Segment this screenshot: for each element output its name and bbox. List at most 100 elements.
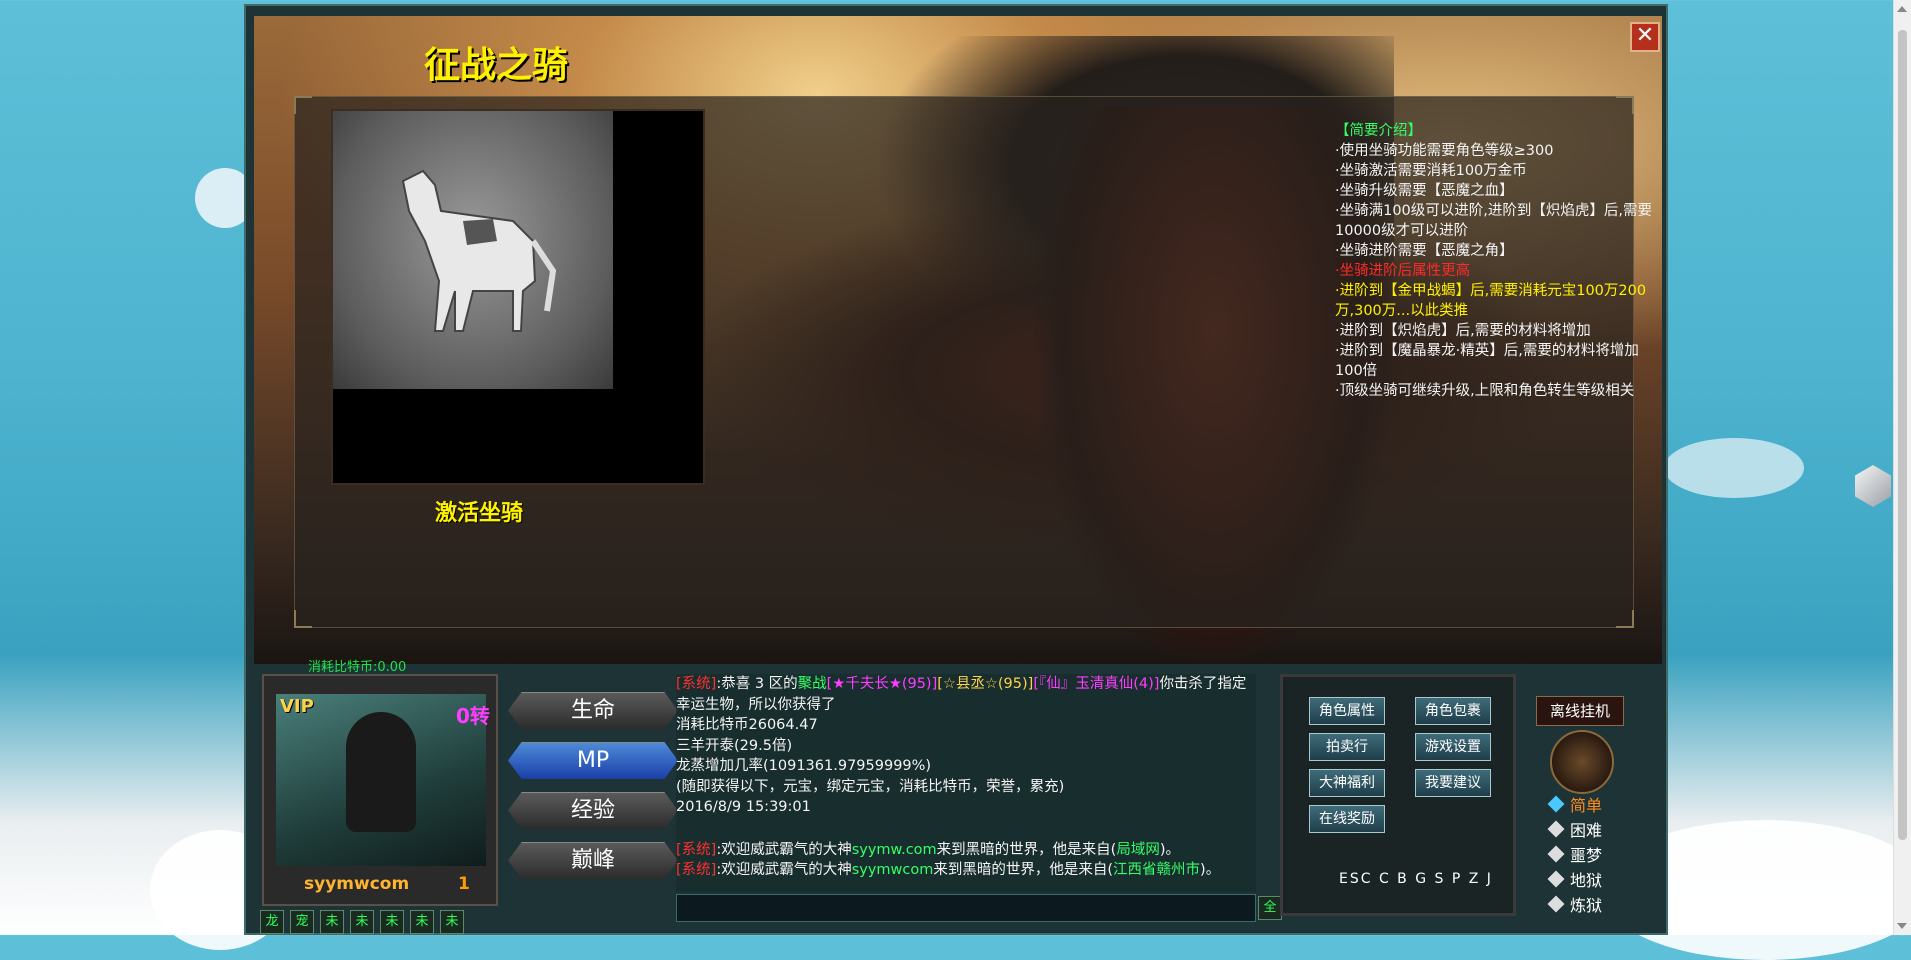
dragon-button[interactable]: 龙 [260,910,284,934]
difficulty-hell[interactable]: 地狱 [1547,867,1603,891]
diamond-icon [1547,870,1565,888]
difficulty-label: 简单 [1570,796,1603,815]
welfare-button[interactable]: 大神福利 [1309,769,1385,797]
intro-line: ·使用坐骑功能需要角色等级≥300 [1335,143,1554,159]
diamond-icon [1547,895,1565,913]
intro-line: ·进阶到【魔晶暴龙·精英】后,需要的材料将增加100倍 [1335,343,1639,379]
close-button[interactable]: ✕ [1630,22,1660,52]
bitcoin-cost-text: 消耗比特币:0.00 [308,660,407,675]
auction-button[interactable]: 拍卖行 [1309,733,1385,761]
intro-line: ·顶级坐骑可继续升级,上限和角色转生等级相关 [1335,383,1635,399]
chat-timestamp: 2016/8/9 15:39:01 [676,799,811,815]
intro-line: ·坐骑进阶需要【恶魔之角】 [1335,243,1514,259]
chat-channel-all-button[interactable]: 全 [1258,896,1282,920]
intro-line: ·坐骑升级需要【恶魔之血】 [1335,183,1514,199]
mount-preview [331,109,705,485]
locked-slot-button[interactable]: 未 [350,910,374,934]
diamond-icon [1547,845,1565,863]
mp-button[interactable]: MP [508,742,678,779]
intro-line-yellow: ·进阶到【金甲战蝎】后,需要消耗元宝100万200万,300万...以此类推 [1335,283,1647,319]
diamond-icon [1547,795,1565,813]
intro-line-red: ·坐骑进阶后属性更高 [1335,263,1471,279]
shortcut-keys: ESC C B G S P Z J [1339,871,1493,887]
character-stats-button[interactable]: 角色属性 [1309,697,1385,725]
locked-slot-button[interactable]: 未 [410,910,434,934]
difficulty-nightmare[interactable]: 噩梦 [1547,842,1603,866]
chat-text: :欢迎威武霸气的大神 [716,841,852,858]
online-reward-button[interactable]: 在线奖励 [1309,805,1385,833]
intro-line: ·进阶到【炽焰虎】后,需要的材料将增加 [1335,323,1591,339]
game-window: 征战之骑 ✕ 激活坐骑 【简要介绍】 ·使用坐骑功能需要角色等级≥300 ·坐骑… [244,4,1668,935]
chat-player-link[interactable]: syymw.com [852,842,937,858]
locked-slot-button[interactable]: 未 [380,910,404,934]
exp-button[interactable]: 经验 [508,792,678,829]
difficulty-easy[interactable]: 简单 [1547,792,1603,816]
mount-panel: 激活坐骑 【简要介绍】 ·使用坐骑功能需要角色等级≥300 ·坐骑激活需要消耗1… [294,96,1652,628]
chat-location: 江西省赣州市 [1113,862,1201,878]
chat-text: 来到黑暗的世界，他是来自( [933,862,1114,878]
scroll-thumb[interactable] [1898,30,1907,840]
avatar-figure [346,712,416,832]
chat-text: :恭喜 3 区的 [716,676,798,692]
cloud-decoration-right [1664,438,1804,498]
system-tag: [系统] [676,862,717,878]
player-portrait-frame: VIP 0转 syymwcom 1 [262,674,498,906]
chat-title: [☆县丞☆(95)] [937,676,1034,692]
horse-image [333,111,613,389]
mount-dialog: 征战之骑 ✕ 激活坐骑 【简要介绍】 ·使用坐骑功能需要角色等级≥300 ·坐骑… [254,16,1662,664]
player-name: syymwcom [304,874,410,894]
chat-location: 局域网 [1116,841,1160,858]
vip-badge-icon: VIP [280,696,314,717]
mini-button-row: 龙 宠 未 未 未 未 未 [260,910,464,934]
dialog-title: 征战之骑 [424,45,569,86]
settings-button[interactable]: 游戏设置 [1415,733,1491,761]
offline-afk-button[interactable]: 离线挂机 [1536,696,1624,726]
bottom-hud: 消耗比特币:0.00 VIP 0转 syymwcom 1 龙 宠 未 未 未 未… [254,660,1662,937]
intro-heading: 【简要介绍】 [1335,123,1422,139]
locked-slot-button[interactable]: 未 [440,910,464,934]
chat-guild: 聚战 [797,676,827,692]
page-scrollbar[interactable] [1893,0,1911,935]
scroll-down-icon[interactable] [1897,923,1907,929]
difficulty-purgatory[interactable]: 炼狱 [1547,892,1603,916]
system-tag: [系统] [676,676,717,692]
suggestion-button[interactable]: 我要建议 [1415,769,1491,797]
player-level: 1 [458,874,470,894]
chat-title: [『仙』玉清真仙(4)] [1033,676,1160,692]
gem-icon [1855,465,1891,507]
panel-corner [1616,610,1634,628]
difficulty-label: 噩梦 [1570,846,1603,865]
scroll-up-icon[interactable] [1897,6,1907,12]
chat-spacer [676,818,1256,840]
chat-log: [系统]:恭喜 3 区的聚战[★千夫长★(95)][☆县丞☆(95)][『仙』玉… [676,674,1256,892]
emblem-icon [1550,730,1614,794]
rebirth-count: 0转 [456,704,490,728]
chat-text: 来到黑暗的世界，他是来自( [936,841,1117,858]
intro-text: 【简要介绍】 ·使用坐骑功能需要角色等级≥300 ·坐骑激活需要消耗100万金币… [1335,121,1662,401]
chat-input[interactable] [676,894,1256,922]
chat-message: [系统]:欢迎威武霸气的大神syymwcom来到黑暗的世界，他是来自(江西省赣州… [676,860,1256,881]
panel-corner [294,96,312,114]
diamond-icon [1547,820,1565,838]
activate-mount-button[interactable]: 激活坐骑 [435,495,523,527]
system-tag: [系统] [676,841,717,858]
chat-player-link[interactable]: syymwcom [852,862,934,878]
intro-line: ·坐骑激活需要消耗100万金币 [1335,163,1527,179]
chat-message: [系统]:恭喜 3 区的聚战[★千夫长★(95)][☆县丞☆(95)][『仙』玉… [676,674,1256,715]
chat-text: :欢迎威武霸气的大神 [716,862,852,878]
pet-button[interactable]: 宠 [290,910,314,934]
inventory-button[interactable]: 角色包裹 [1415,697,1491,725]
chat-message: 消耗比特币26064.47 [676,717,818,733]
locked-slot-button[interactable]: 未 [320,910,344,934]
difficulty-hard[interactable]: 困难 [1547,817,1602,841]
chat-message: 三羊开泰(29.5倍) [676,737,793,754]
difficulty-label: 炼狱 [1570,896,1603,915]
chat-message: [系统]:欢迎威武霸气的大神syymw.com来到黑暗的世界，他是来自(局域网)… [676,840,1256,861]
panel-corner [294,610,312,628]
hp-button[interactable]: 生命 [508,692,678,729]
difficulty-label: 地狱 [1570,871,1603,890]
peak-button[interactable]: 巅峰 [508,842,678,879]
chat-title: [★千夫长★(95)] [826,676,938,692]
horse-icon [401,169,557,332]
chat-text: )。 [1159,841,1180,858]
